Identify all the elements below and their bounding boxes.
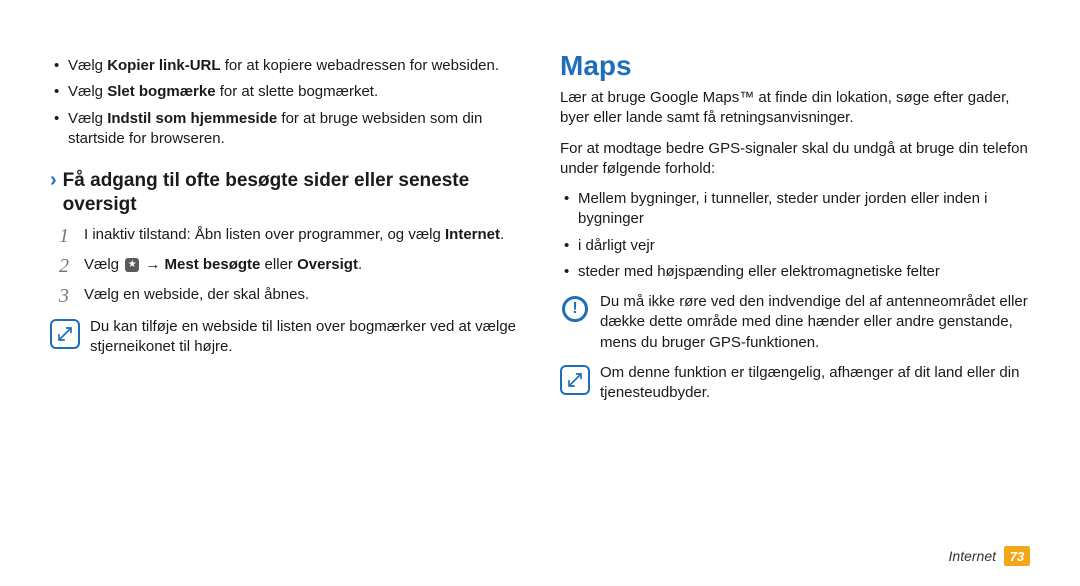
gps-bullets: Mellem bygninger, i tunneller, steder un… [578,189,1030,282]
step-body: Vælg ★ → Mest besøgte eller Oversigt. [84,255,362,275]
step-number: 3 [54,285,74,307]
note-text: Du kan tilføje en webside til listen ove… [90,317,520,358]
left-column: Vælg Kopier link-URL for at kopiere weba… [50,50,520,413]
bullet-delete-bookmark: Vælg Slet bogmærke for at slette bogmærk… [68,82,520,102]
left-bullets: Vælg Kopier link-URL for at kopiere weba… [68,56,520,149]
bullet-buildings: Mellem bygninger, i tunneller, steder un… [578,189,1030,230]
page-number: 73 [1004,546,1030,566]
step-number: 2 [54,255,74,277]
note-icon [560,365,590,395]
right-column: Maps Lær at bruge Google Maps™ at finde … [560,50,1030,413]
text: . [358,256,362,273]
note-text: Om denne funktion er tilgængelig, afhæng… [600,363,1030,404]
text: Vælg [68,110,107,127]
bullet-copy-url: Vælg Kopier link-URL for at kopiere weba… [68,56,520,76]
text: eller [260,256,297,273]
text-bold: Internet [445,226,500,243]
page-content: Vælg Kopier link-URL for at kopiere weba… [50,50,1030,413]
text: → [141,256,164,273]
text-bold: Kopier link-URL [107,57,220,74]
step-2: 2 Vælg ★ → Mest besøgte eller Oversigt. [54,255,520,277]
step-number: 1 [54,225,74,247]
text: . [500,226,504,243]
text: I inaktiv tilstand: Åbn listen over prog… [84,226,445,243]
bullet-highvoltage: steder med højspænding eller elektromagn… [578,262,1030,282]
warning-antenna: ! Du må ikke røre ved den indvendige del… [560,292,1030,353]
text-bold: Slet bogmærke [107,83,215,100]
text: for at slette bogmærket. [216,83,379,100]
note-bookmark-star: Du kan tilføje en webside til listen ove… [50,317,520,358]
step-body: I inaktiv tilstand: Åbn listen over prog… [84,225,504,245]
subheading: › Få adgang til ofte besøgte sider eller… [50,169,520,217]
text: Vælg [84,256,123,273]
page-footer: Internet 73 [949,546,1030,566]
note-icon [50,319,80,349]
star-icon: ★ [125,258,139,272]
text: Vælg [68,57,107,74]
step-1: 1 I inaktiv tilstand: Åbn listen over pr… [54,225,520,247]
maps-heading: Maps [560,50,1030,82]
text: Vælg [68,83,107,100]
steps-list: 1 I inaktiv tilstand: Åbn listen over pr… [54,225,520,307]
text-bold: Indstil som hjemmeside [107,110,277,127]
text-bold: Oversigt [297,256,358,273]
bullet-weather: i dårligt vejr [578,236,1030,256]
warning-icon: ! [560,294,590,324]
warning-text: Du må ikke røre ved den indvendige del a… [600,292,1030,353]
maps-intro-2: For at modtage bedre GPS-signaler skal d… [560,139,1030,180]
text-bold: Mest besøgte [165,256,261,273]
footer-section: Internet [949,548,996,564]
bullet-set-homepage: Vælg Indstil som hjemmeside for at bruge… [68,109,520,150]
step-3: 3 Vælg en webside, der skal åbnes. [54,285,520,307]
chevron-icon: › [50,169,57,191]
text: for at kopiere webadressen for websiden. [221,57,500,74]
step-body: Vælg en webside, der skal åbnes. [84,285,309,305]
maps-intro-1: Lær at bruge Google Maps™ at finde din l… [560,88,1030,129]
note-availability: Om denne funktion er tilgængelig, afhæng… [560,363,1030,404]
subheading-text: Få adgang til ofte besøgte sider eller s… [63,169,520,217]
